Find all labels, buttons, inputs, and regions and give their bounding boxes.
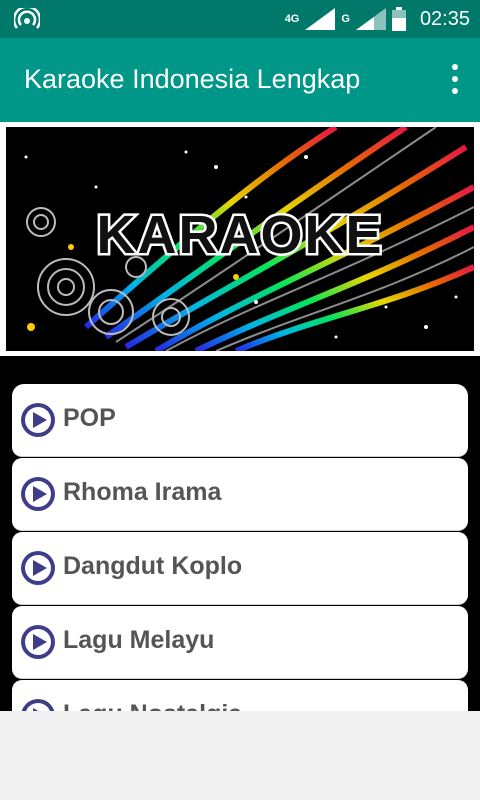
play-icon	[21, 699, 55, 711]
banner-title: KARAOKE	[96, 205, 383, 265]
battery-icon	[391, 7, 406, 31]
network-type-1: 4G	[284, 12, 300, 25]
menu-dot	[452, 76, 458, 82]
app-bar: Karaoke Indonesia Lengkap	[0, 38, 480, 122]
signal-strength-icon	[305, 8, 336, 30]
bottom-blank-area	[0, 711, 480, 800]
category-list: POP Rhoma Irama Dangdut Koplo Lagu Melay…	[12, 384, 468, 711]
network-type-2: G	[341, 12, 350, 25]
play-icon	[21, 403, 55, 437]
app-title: Karaoke Indonesia Lengkap	[24, 64, 361, 94]
category-label: POP	[63, 404, 116, 432]
menu-dot	[452, 88, 458, 94]
category-item-rhoma-irama[interactable]: Rhoma Irama	[12, 458, 468, 531]
overflow-menu-button[interactable]	[450, 64, 460, 94]
category-label: Lagu Nostalgia	[63, 700, 242, 711]
play-icon	[21, 551, 55, 585]
signal-strength-icon-2	[355, 8, 386, 30]
status-bar: 4G G 02:35	[0, 0, 480, 38]
hotspot-icon	[14, 8, 40, 29]
category-item-pop[interactable]: POP	[12, 384, 468, 457]
play-icon	[21, 477, 55, 511]
play-icon	[21, 625, 55, 659]
category-label: Dangdut Koplo	[63, 552, 243, 580]
category-item-dangdut-koplo[interactable]: Dangdut Koplo	[12, 532, 468, 605]
karaoke-banner: KARAOKE	[6, 127, 474, 351]
status-indicators: 4G G 02:35	[285, 6, 470, 32]
category-label: Rhoma Irama	[63, 478, 222, 506]
banner-container: KARAOKE	[0, 122, 480, 356]
category-item-lagu-melayu[interactable]: Lagu Melayu	[12, 606, 468, 679]
banner-art: KARAOKE	[6, 127, 474, 351]
menu-dot	[452, 64, 458, 70]
clock: 02:35	[419, 7, 470, 30]
category-label: Lagu Melayu	[63, 626, 215, 654]
category-item-lagu-nostalgia[interactable]: Lagu Nostalgia	[12, 680, 468, 711]
